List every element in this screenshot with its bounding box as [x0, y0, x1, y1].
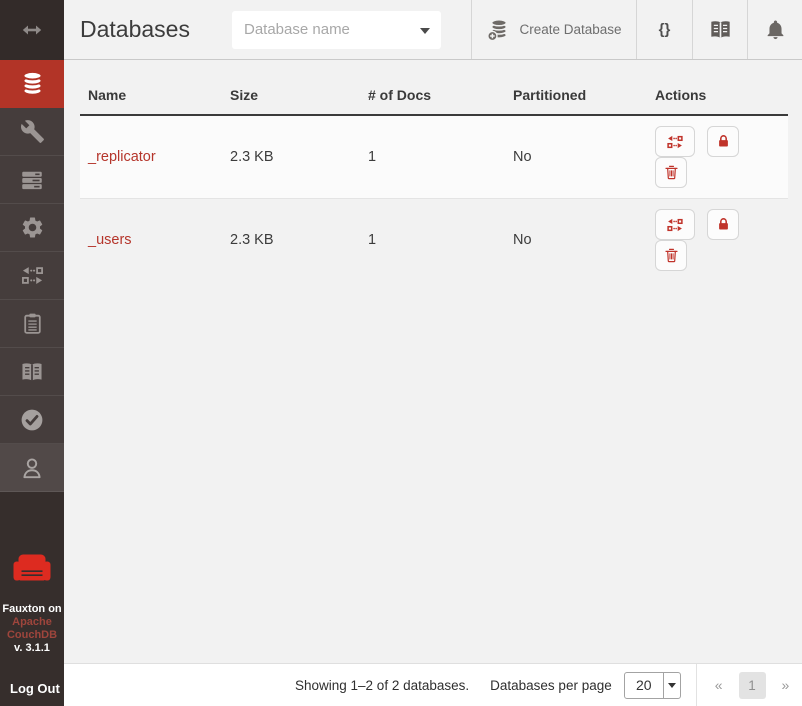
per-page-value: 20 [625, 673, 663, 698]
apache-couchdb-link[interactable]: Apache CouchDB [0, 616, 64, 642]
table-row: _users 2.3 KB 1 No [80, 198, 788, 281]
replicate-arrows-icon [20, 263, 45, 288]
couch-logo-icon [13, 554, 51, 582]
replicate-database-button[interactable] [655, 126, 695, 157]
lock-icon [715, 133, 732, 150]
sidebar-item-configuration[interactable] [0, 204, 64, 252]
main-area: Databases Create Databa [64, 0, 802, 706]
table-header-row: Name Size # of Docs Partitioned Actions [80, 77, 788, 116]
wrench-icon [20, 119, 45, 144]
db-doc-count: 1 [360, 134, 505, 180]
replicate-arrows-icon [666, 133, 684, 151]
database-link[interactable]: _users [88, 232, 132, 248]
clipboard-icon [20, 311, 45, 336]
db-partitioned-value: No [505, 217, 647, 263]
next-page-button[interactable]: » [774, 677, 798, 693]
pagination-footer: Showing 1–2 of 2 databases. Databases pe… [64, 663, 802, 706]
per-page-select[interactable]: 20 [624, 672, 681, 699]
brand-line1: Fauxton on [2, 603, 61, 615]
json-api-button[interactable]: {} [636, 0, 692, 59]
footer-divider [696, 664, 697, 706]
sidebar-item-documentation[interactable] [0, 348, 64, 396]
couchdb-brand: Fauxton on Apache CouchDB v. 3.1.1 [0, 554, 64, 655]
previous-page-button[interactable]: « [707, 677, 731, 693]
brand-version: v. 3.1.1 [14, 642, 50, 654]
gear-icon [20, 215, 45, 240]
bell-icon [764, 18, 787, 41]
user-icon [19, 455, 45, 481]
current-page-button[interactable]: 1 [739, 672, 766, 699]
sidebar-item-databases[interactable] [0, 60, 64, 108]
column-header-partitioned: Partitioned [505, 77, 647, 114]
server-list-icon [19, 167, 45, 193]
per-page-label: Databases per page [490, 678, 612, 693]
database-name-combobox[interactable] [232, 11, 441, 49]
database-icon [19, 70, 46, 97]
table-row: _replicator 2.3 KB 1 No [80, 116, 788, 198]
documentation-button[interactable] [692, 0, 747, 59]
db-size-value: 2.3 KB [222, 217, 360, 263]
pager: « 1 » [707, 672, 798, 699]
page-title: Databases [64, 0, 232, 59]
sidebar: Fauxton on Apache CouchDB v. 3.1.1 Log O… [0, 0, 64, 706]
column-header-docs: # of Docs [360, 77, 505, 114]
header-spacer [441, 0, 471, 59]
database-link[interactable]: _replicator [88, 149, 156, 165]
open-book-icon [19, 359, 45, 385]
sidebar-item-replication[interactable] [0, 252, 64, 300]
column-header-size: Size [222, 77, 360, 114]
database-name-input[interactable] [232, 11, 441, 49]
create-database-label: Create Database [519, 22, 621, 37]
column-header-name: Name [80, 77, 222, 114]
sidebar-item-active-tasks[interactable] [0, 156, 64, 204]
trash-icon [663, 247, 680, 264]
db-size-value: 2.3 KB [222, 134, 360, 180]
db-partitioned-value: No [505, 134, 647, 180]
lock-icon [715, 216, 732, 233]
content-area: Name Size # of Docs Partitioned Actions … [64, 60, 802, 663]
expand-horizontal-icon [18, 18, 46, 42]
create-database-button[interactable]: Create Database [471, 0, 636, 59]
sidebar-item-account[interactable] [0, 444, 64, 492]
database-add-icon [486, 18, 510, 42]
column-header-actions: Actions [647, 77, 788, 114]
curly-braces-icon: {} [659, 21, 671, 38]
db-doc-count: 1 [360, 217, 505, 263]
databases-table: Name Size # of Docs Partitioned Actions … [80, 77, 788, 281]
check-circle-icon [19, 407, 45, 433]
sidebar-item-verify[interactable] [0, 396, 64, 444]
sidebar-item-tasks[interactable] [0, 300, 64, 348]
results-summary: Showing 1–2 of 2 databases. [295, 678, 469, 693]
sidebar-collapse-toggle[interactable] [0, 0, 64, 60]
replicate-arrows-icon [666, 216, 684, 234]
delete-database-button[interactable] [655, 157, 687, 188]
replicate-database-button[interactable] [655, 209, 695, 240]
logout-button[interactable]: Log Out [0, 681, 64, 706]
open-book-icon [708, 17, 733, 42]
trash-icon [663, 164, 680, 181]
select-arrow-icon [663, 673, 680, 698]
delete-database-button[interactable] [655, 240, 687, 271]
fauxton-app: Fauxton on Apache CouchDB v. 3.1.1 Log O… [0, 0, 802, 706]
set-permissions-button[interactable] [707, 209, 739, 240]
page-header: Databases Create Databa [64, 0, 802, 60]
sidebar-item-setup[interactable] [0, 108, 64, 156]
notifications-button[interactable] [747, 0, 802, 59]
set-permissions-button[interactable] [707, 126, 739, 157]
